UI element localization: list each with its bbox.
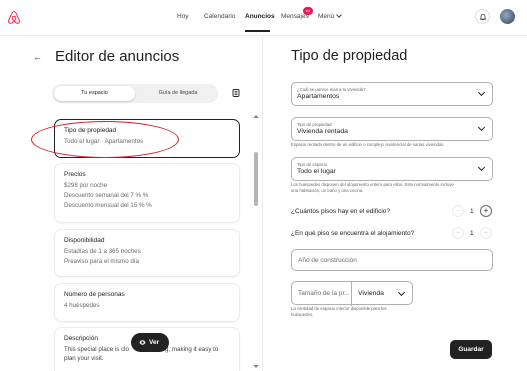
floors-question: ¿Cuántos pisos hay en el edificio?	[291, 208, 391, 215]
field-value: Todo el lugar	[297, 168, 336, 175]
nav-menu-label: Menú	[318, 13, 335, 20]
annotation-ellipse	[31, 121, 179, 158]
card-line: $298 por noche	[64, 182, 108, 189]
editor-title: Editor de anuncios	[55, 48, 180, 65]
size-placeholder: Tamaño de la pr...	[298, 290, 350, 297]
card-line: Estadías de 1 a 365 noches	[64, 248, 141, 255]
chevron-down-icon	[477, 88, 486, 97]
nav-hoy[interactable]: Hoy	[177, 13, 189, 20]
field-vivienda-select[interactable]: ¿Cuál se parece más a tu vivienda? Apart…	[291, 82, 493, 106]
helper-text: Espacio rentado dentro de un edificio o …	[291, 142, 445, 147]
bell-icon	[479, 13, 487, 21]
user-avatar[interactable]	[500, 9, 515, 24]
tab-tu-espacio[interactable]: Tu espacio	[54, 86, 135, 101]
notifications-button[interactable]	[475, 9, 490, 24]
chevron-down-icon	[477, 163, 486, 172]
floor-question: ¿En qué piso se encuentra el alojamiento…	[291, 230, 415, 237]
card-numero-de-personas[interactable]: Número de personas 4 huéspedes	[55, 284, 239, 321]
helper-text: una habitación, un baño y una cocina.	[291, 188, 364, 193]
card-line: Preaviso para el mismo día	[64, 258, 139, 265]
floors-value: 1	[470, 208, 474, 215]
scroll-up-arrow[interactable]	[253, 115, 259, 118]
eye-icon	[139, 340, 146, 345]
editor-tabs: Tu espacio Guía de llegada	[52, 84, 218, 103]
chevron-down-icon	[336, 12, 343, 18]
nav-menu[interactable]: Menú	[318, 12, 343, 20]
tab-guia-de-llegada[interactable]: Guía de llegada	[142, 86, 214, 101]
floors-increment-button[interactable]: +	[480, 205, 492, 217]
property-title: Tipo de propiedad	[291, 48, 408, 64]
floor-value: 1	[470, 230, 474, 237]
size-input-group[interactable]: Tamaño de la pr... Vivienda	[291, 281, 413, 306]
nav-calendario[interactable]: Calendario	[204, 13, 235, 20]
scroll-down-arrow[interactable]	[253, 365, 259, 368]
year-placeholder: Año de construcción	[298, 257, 357, 264]
panel-divider	[262, 36, 263, 371]
card-line: Descuento semanal del 7 % %	[64, 192, 149, 199]
save-button[interactable]: Guardar	[450, 340, 492, 359]
active-nav-indicator	[245, 30, 270, 32]
year-built-input[interactable]: Año de construcción	[291, 249, 493, 271]
scrollbar-thumb[interactable]	[254, 152, 258, 206]
card-precios[interactable]: Precios $298 por noche Descuento semanal…	[55, 164, 239, 222]
field-sublabel: Tipo de propiedad	[297, 122, 332, 127]
card-line: Descuento mensual del 15 % %	[64, 202, 152, 209]
chevron-down-icon	[477, 123, 486, 132]
nav-anuncios[interactable]: Anuncios	[245, 13, 275, 20]
card-line-end: g, making it easy to	[165, 346, 219, 353]
helper-text: huéspedes.	[291, 312, 314, 317]
card-line: 4 huéspedes	[64, 302, 100, 309]
card-line-start: This special place is clo	[64, 346, 129, 353]
floor-increment-button[interactable]: +	[480, 227, 492, 239]
top-nav-bar: Hoy Calendario Anuncios Mensajes ••• Men…	[0, 0, 527, 36]
field-tipo-propiedad-select[interactable]: Tipo de propiedad Vivienda rentada	[291, 117, 493, 141]
ver-button[interactable]: Ver	[131, 333, 169, 352]
back-arrow-icon[interactable]: ←	[33, 52, 42, 62]
layout-toggle-icon[interactable]	[231, 88, 241, 98]
field-sublabel: ¿Cuál se parece más a tu vivienda?	[297, 87, 366, 92]
messages-badge: •••	[303, 7, 313, 15]
card-title: Precios	[64, 171, 86, 178]
chevron-down-icon	[397, 288, 406, 297]
field-value: Apartamentos	[297, 93, 340, 100]
field-sublabel: Tipo de espacio	[297, 162, 328, 167]
floors-decrement-button[interactable]: −	[452, 205, 464, 217]
ver-label: Ver	[149, 339, 160, 346]
field-tipo-espacio-select[interactable]: Tipo de espacio Todo el lugar	[291, 157, 493, 181]
airbnb-logo-icon[interactable]	[7, 10, 21, 25]
card-line: plan your visit.	[64, 355, 104, 362]
floor-decrement-button[interactable]: −	[452, 227, 464, 239]
card-disponibilidad[interactable]: Disponibilidad Estadías de 1 a 365 noche…	[55, 230, 239, 276]
field-value: Vivienda rentada	[297, 128, 348, 135]
card-title: Número de personas	[64, 291, 125, 298]
card-title: Disponibilidad	[64, 237, 105, 244]
size-unit-select[interactable]: Vivienda	[358, 290, 384, 297]
size-divider	[351, 282, 352, 306]
